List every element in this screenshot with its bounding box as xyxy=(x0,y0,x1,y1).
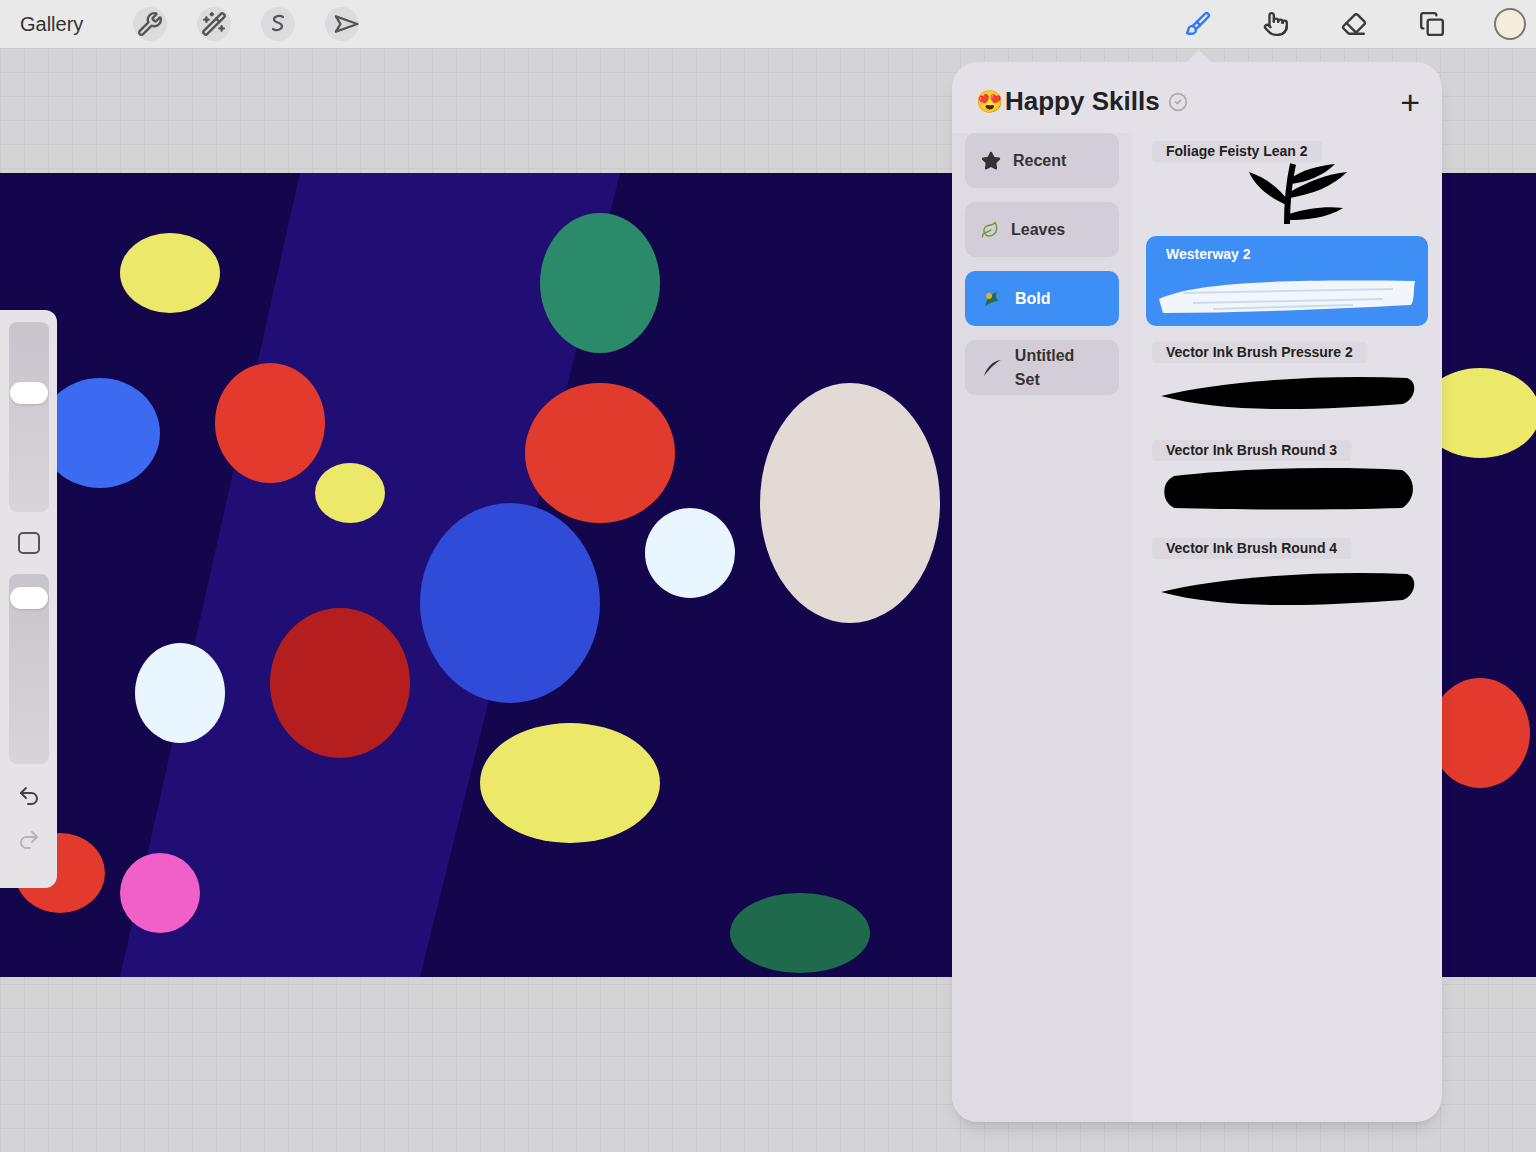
tool-button[interactable] xyxy=(261,7,295,41)
brush-set[interactable]: Leaves xyxy=(965,202,1119,257)
brush-item[interactable]: Vector Ink Brush Round 4 xyxy=(1146,530,1428,620)
brush-list: Foliage Feisty Lean 2 Westerway 2 Vector I… xyxy=(1132,133,1442,1122)
brush-sets: Recent Leaves Bold Untitled Set xyxy=(952,133,1132,1122)
wrench-icon xyxy=(137,11,163,37)
brush-name: Vector Ink Brush Pressure 2 xyxy=(1152,342,1367,363)
procreate-app: Gallery 😍Happy Skills + Recent Leaves Bold Unt… xyxy=(0,0,1536,1152)
magic-wand-icon xyxy=(201,11,227,37)
bold-set-icon xyxy=(981,288,1003,310)
brush-item[interactable]: Vector Ink Brush Pressure 2 xyxy=(1146,334,1428,424)
selection-icon xyxy=(266,12,290,36)
top-bar: Gallery xyxy=(0,0,1536,48)
brush-name: Westerway 2 xyxy=(1152,244,1265,265)
brush-size-slider[interactable] xyxy=(9,322,49,512)
leaf-icon xyxy=(981,221,999,239)
tool-button[interactable] xyxy=(1260,8,1292,40)
tool-button[interactable] xyxy=(1338,8,1370,40)
tool-button[interactable] xyxy=(197,7,231,41)
eraser-icon xyxy=(1341,11,1367,37)
layers-icon xyxy=(1419,11,1445,37)
library-title: Happy Skills xyxy=(1005,82,1160,121)
left-sidebar xyxy=(0,310,57,888)
brush-item[interactable]: Vector Ink Brush Round 3 xyxy=(1146,432,1428,522)
star-icon xyxy=(981,151,1001,171)
brush-item[interactable]: Westerway 2 xyxy=(1146,236,1428,326)
add-set-button[interactable]: + xyxy=(1400,85,1420,119)
undo-icon[interactable] xyxy=(17,784,41,808)
gallery-button[interactable]: Gallery xyxy=(20,9,83,39)
library-header: 😍Happy Skills + xyxy=(952,62,1442,133)
tool-button[interactable] xyxy=(1416,8,1448,40)
slider-thumb[interactable] xyxy=(10,382,48,404)
paint-stroke-preview xyxy=(1153,269,1421,319)
smudge-icon xyxy=(1263,11,1289,37)
redo-icon[interactable] xyxy=(17,828,41,852)
library-emoji: 😍 xyxy=(976,85,1003,118)
color-swatch[interactable] xyxy=(1494,8,1526,40)
tool-button[interactable] xyxy=(1182,8,1214,40)
slider-thumb[interactable] xyxy=(10,587,48,609)
taper-stroke-preview xyxy=(1157,566,1417,610)
foliage-stroke-preview xyxy=(1157,162,1417,224)
arrow-icon xyxy=(324,6,361,43)
opacity-slider[interactable] xyxy=(9,574,49,764)
brush-name: Vector Ink Brush Round 4 xyxy=(1152,538,1351,559)
tool-button[interactable] xyxy=(133,7,167,41)
brush-set[interactable]: Recent xyxy=(965,133,1119,188)
brush-name: Vector Ink Brush Round 3 xyxy=(1152,440,1351,461)
brush-library-popover: 😍Happy Skills + Recent Leaves Bold Untitled S… xyxy=(952,62,1442,1122)
brush-item[interactable]: Foliage Feisty Lean 2 xyxy=(1146,133,1428,228)
brush-icon xyxy=(1185,11,1211,37)
taper-stroke-preview xyxy=(1157,370,1417,414)
round-stroke-preview xyxy=(1152,464,1422,516)
curve-set-icon xyxy=(981,357,1003,379)
tool-button[interactable] xyxy=(325,7,359,41)
brush-set[interactable]: Untitled Set xyxy=(965,340,1119,395)
modify-button[interactable] xyxy=(18,532,40,554)
brush-set[interactable]: Bold xyxy=(965,271,1119,326)
check-icon[interactable] xyxy=(1168,92,1188,112)
brush-name: Foliage Feisty Lean 2 xyxy=(1152,141,1322,162)
